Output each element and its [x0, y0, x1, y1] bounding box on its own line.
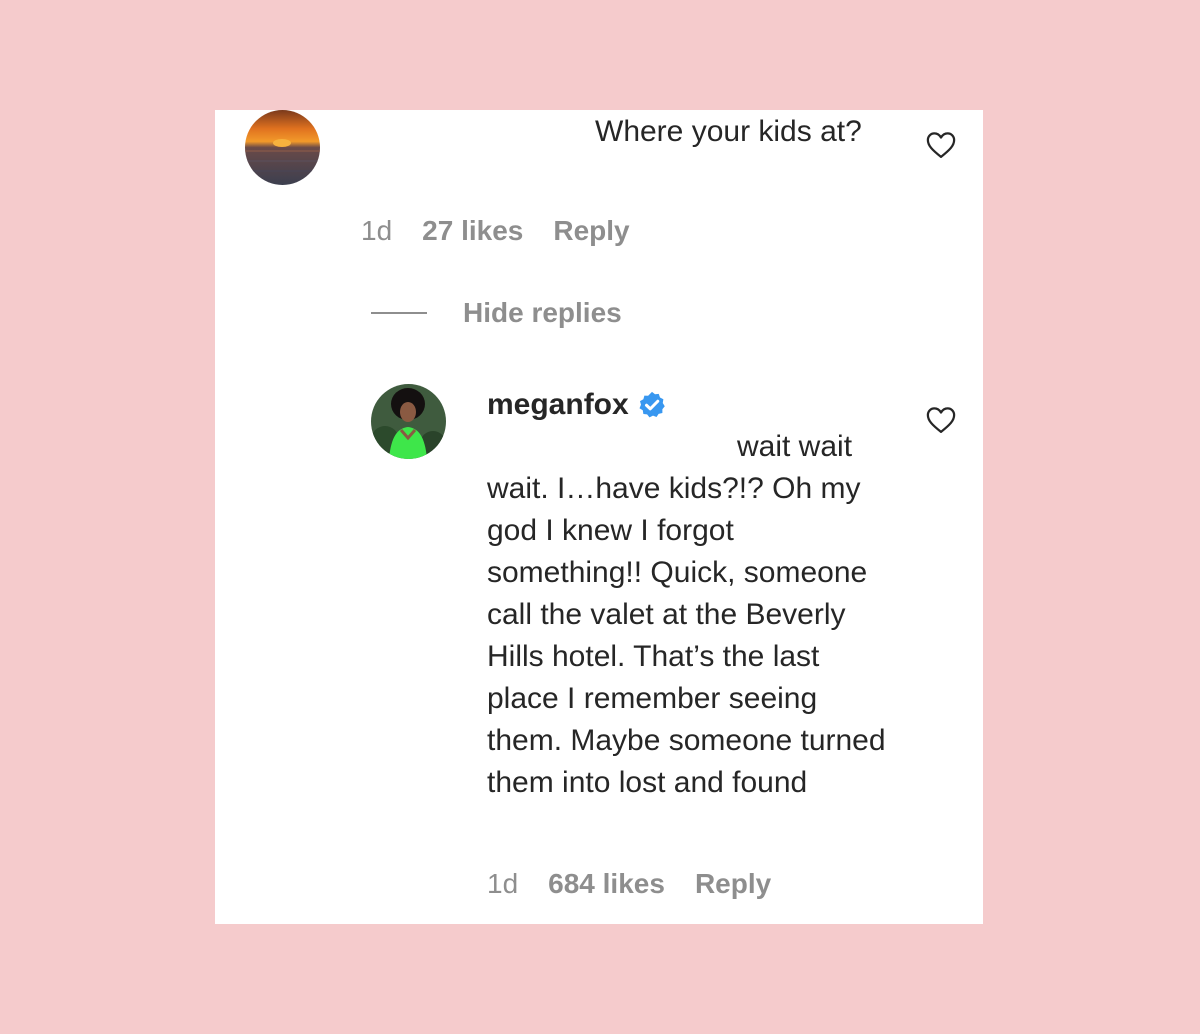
hide-replies-label: Hide replies — [463, 297, 622, 328]
heart-icon[interactable] — [926, 406, 956, 434]
heart-icon[interactable] — [926, 131, 956, 159]
comment-time: 1d — [361, 215, 393, 246]
divider-line — [371, 312, 427, 314]
reply-button[interactable]: Reply — [553, 214, 629, 248]
sunset-avatar-image — [245, 110, 320, 185]
reply-time: 1d — [487, 868, 519, 899]
reply-meta: 1d 684 likes Reply — [487, 867, 771, 901]
reply-likes[interactable]: 684 likes — [548, 867, 665, 901]
reply-text: wait wait wait. I…have kids?!? Oh my god… — [487, 430, 886, 799]
reply-button[interactable]: Reply — [695, 867, 771, 901]
verified-badge-icon — [637, 390, 667, 420]
comment-meta: 1d 27 likes Reply — [361, 214, 630, 248]
reply-username[interactable]: meganfox — [487, 387, 629, 423]
comment-text: Where your kids at? — [595, 115, 862, 148]
hide-replies-button[interactable]: Hide replies — [371, 296, 622, 330]
commenter-avatar[interactable] — [245, 110, 320, 185]
reply-username-row: meganfox — [487, 387, 667, 423]
comment-card: Where your kids at? 1d 27 likes Reply Hi… — [215, 110, 983, 924]
profile-photo-avatar-image — [371, 384, 446, 459]
comment-likes[interactable]: 27 likes — [422, 214, 523, 248]
reply-avatar[interactable] — [371, 384, 446, 459]
